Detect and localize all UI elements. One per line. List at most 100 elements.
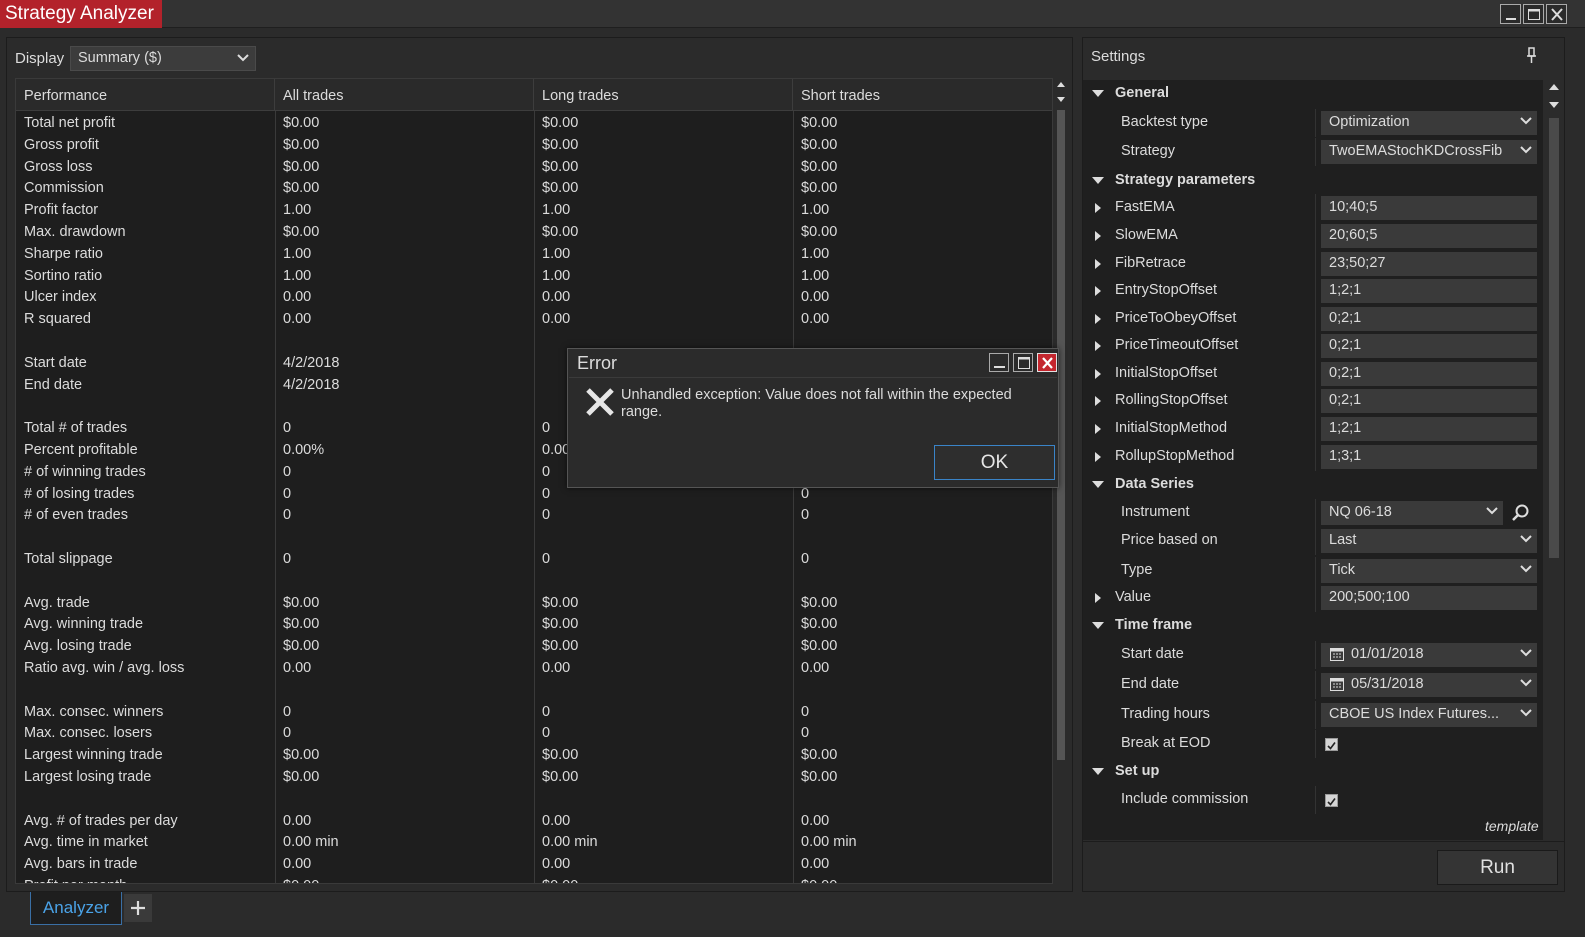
metric-value: $0.00 bbox=[542, 747, 579, 764]
expand-triangle-icon[interactable] bbox=[1094, 423, 1102, 435]
setting-value-text: 200;500;100 bbox=[1329, 589, 1410, 605]
setting-value-param[interactable]: 0;2;1 bbox=[1321, 307, 1537, 331]
setting-value-select[interactable]: CBOE US Index Futures... bbox=[1321, 703, 1537, 727]
pin-icon[interactable] bbox=[1526, 46, 1538, 64]
expand-triangle-icon[interactable] bbox=[1094, 202, 1102, 214]
expand-triangle-icon[interactable] bbox=[1094, 592, 1102, 604]
category-data-series[interactable]: Data Series bbox=[1083, 471, 1543, 499]
setting-value-param[interactable]: 0;2;1 bbox=[1321, 334, 1537, 358]
metric-value: 0 bbox=[283, 725, 292, 742]
setting-value-select[interactable]: Optimization bbox=[1321, 111, 1537, 135]
header-long-trades[interactable]: Long trades bbox=[534, 79, 793, 111]
tab-analyzer[interactable]: Analyzer bbox=[30, 892, 122, 925]
ok-button[interactable]: OK bbox=[934, 445, 1055, 480]
metric-value: 0 bbox=[283, 507, 292, 524]
template-link[interactable]: template bbox=[1485, 818, 1539, 834]
chevron-down-icon bbox=[1520, 649, 1532, 657]
setting-value-text: 05/31/2018 bbox=[1351, 676, 1424, 692]
setting-value-date[interactable]: 01/01/2018 bbox=[1321, 643, 1537, 667]
setting-value-param[interactable]: 1;2;1 bbox=[1321, 417, 1537, 441]
display-select[interactable]: Summary ($) bbox=[70, 46, 256, 71]
collapse-triangle-icon[interactable] bbox=[1091, 621, 1105, 631]
minimize-icon bbox=[1506, 18, 1516, 20]
setting-value-date[interactable]: 05/31/2018 bbox=[1321, 673, 1537, 697]
setting-value-text: TwoEMAStochKDCrossFib bbox=[1329, 143, 1503, 159]
metric-label: Profit factor bbox=[24, 202, 99, 219]
expand-triangle-icon[interactable] bbox=[1094, 258, 1102, 270]
setting-row-include-commission: Include commission bbox=[1083, 786, 1543, 814]
expand-triangle-icon[interactable] bbox=[1094, 395, 1102, 407]
collapse-triangle-icon[interactable] bbox=[1091, 176, 1105, 186]
dialog-close-button[interactable] bbox=[1037, 353, 1057, 372]
metric-label: Commission bbox=[24, 180, 104, 197]
setting-row-pricetimeoutoffset: PriceTimeoutOffset 0;2;1 bbox=[1083, 332, 1543, 360]
run-button[interactable]: Run bbox=[1437, 850, 1558, 885]
dialog-minimize-button[interactable] bbox=[989, 353, 1009, 372]
category-set-up[interactable]: Set up bbox=[1083, 758, 1543, 786]
settings-scrollbar[interactable] bbox=[1545, 80, 1563, 840]
grid-rows: Total net profit $0.00 $0.00 $0.00 Gross pro… bbox=[16, 112, 1052, 883]
setting-label: Include commission bbox=[1121, 791, 1249, 807]
expand-triangle-icon[interactable] bbox=[1094, 368, 1102, 380]
setting-label: SlowEMA bbox=[1115, 227, 1178, 243]
category-strategy-parameters[interactable]: Strategy parameters bbox=[1083, 167, 1543, 195]
setting-row-strategy: Strategy TwoEMAStochKDCrossFib bbox=[1083, 138, 1543, 166]
setting-value-param[interactable]: 0;2;1 bbox=[1321, 362, 1537, 386]
metric-label: Avg. trade bbox=[24, 594, 90, 611]
settings-panel: Settings General Backtest type Optimizatio… bbox=[1082, 37, 1565, 892]
setting-value-param[interactable]: 20;60;5 bbox=[1321, 224, 1537, 248]
expand-triangle-icon[interactable] bbox=[1094, 451, 1102, 463]
setting-value-select[interactable]: Tick bbox=[1321, 559, 1537, 583]
expand-triangle-icon[interactable] bbox=[1094, 285, 1102, 297]
collapse-triangle-icon[interactable] bbox=[1091, 480, 1105, 490]
maximize-icon bbox=[1528, 9, 1540, 20]
category-time-frame[interactable]: Time frame bbox=[1083, 612, 1543, 640]
metric-value: 0.00 bbox=[542, 311, 571, 328]
setting-value-param[interactable]: 1;3;1 bbox=[1321, 445, 1537, 469]
metric-value: 0.00 bbox=[542, 441, 571, 458]
metric-value: 0.00 bbox=[801, 311, 830, 328]
setting-value-param[interactable]: 200;500;100 bbox=[1321, 586, 1537, 610]
collapse-triangle-icon[interactable] bbox=[1091, 767, 1105, 777]
setting-value-param[interactable]: 23;50;27 bbox=[1321, 252, 1537, 276]
expand-triangle-icon[interactable] bbox=[1094, 230, 1102, 242]
add-tab-button[interactable] bbox=[124, 894, 152, 922]
column-divider bbox=[1315, 671, 1316, 699]
checkbox[interactable] bbox=[1325, 794, 1338, 807]
metric-label: Avg. time in market bbox=[24, 834, 148, 851]
setting-value-param[interactable]: 10;40;5 bbox=[1321, 196, 1537, 220]
metric-value: 0 bbox=[801, 725, 810, 742]
metric-value: 1.00 bbox=[283, 267, 312, 284]
close-button[interactable] bbox=[1546, 4, 1567, 24]
expand-triangle-icon[interactable] bbox=[1094, 340, 1102, 352]
chevron-down-icon bbox=[237, 54, 249, 62]
chevron-down-icon bbox=[1520, 565, 1532, 573]
setting-value-instrument[interactable]: NQ 06-18 bbox=[1321, 501, 1503, 525]
category-general[interactable]: General bbox=[1083, 80, 1543, 108]
close-icon bbox=[1551, 8, 1563, 21]
scroll-arrows-icon[interactable] bbox=[1054, 78, 1068, 108]
scrollbar-thumb[interactable] bbox=[1549, 118, 1559, 558]
setting-value-select[interactable]: TwoEMAStochKDCrossFib bbox=[1321, 140, 1537, 164]
metric-value: $0.00 bbox=[542, 180, 579, 197]
setting-value-select[interactable]: Last bbox=[1321, 529, 1537, 553]
checkmark-icon bbox=[1327, 798, 1336, 806]
header-all-trades[interactable]: All trades bbox=[275, 79, 534, 111]
table-row: Gross loss $0.00 $0.00 $0.00 bbox=[16, 156, 1052, 178]
setting-value-param[interactable]: 0;2;1 bbox=[1321, 389, 1537, 413]
setting-value-text: Tick bbox=[1329, 562, 1356, 578]
search-icon[interactable] bbox=[1511, 503, 1531, 523]
scroll-arrows-icon[interactable] bbox=[1545, 80, 1563, 114]
metric-value: $0.00 bbox=[542, 115, 579, 131]
expand-triangle-icon[interactable] bbox=[1094, 313, 1102, 325]
setting-value-param[interactable]: 1;2;1 bbox=[1321, 279, 1537, 303]
dialog-maximize-button[interactable] bbox=[1013, 353, 1033, 372]
header-short-trades[interactable]: Short trades bbox=[793, 79, 1052, 111]
metric-value: 0.00 bbox=[542, 659, 571, 676]
maximize-button[interactable] bbox=[1523, 4, 1544, 24]
collapse-triangle-icon[interactable] bbox=[1091, 89, 1105, 99]
header-performance[interactable]: Performance bbox=[16, 79, 275, 111]
minimize-button[interactable] bbox=[1500, 4, 1521, 24]
metric-label: Max. consec. losers bbox=[24, 725, 153, 742]
checkbox[interactable] bbox=[1325, 738, 1338, 751]
